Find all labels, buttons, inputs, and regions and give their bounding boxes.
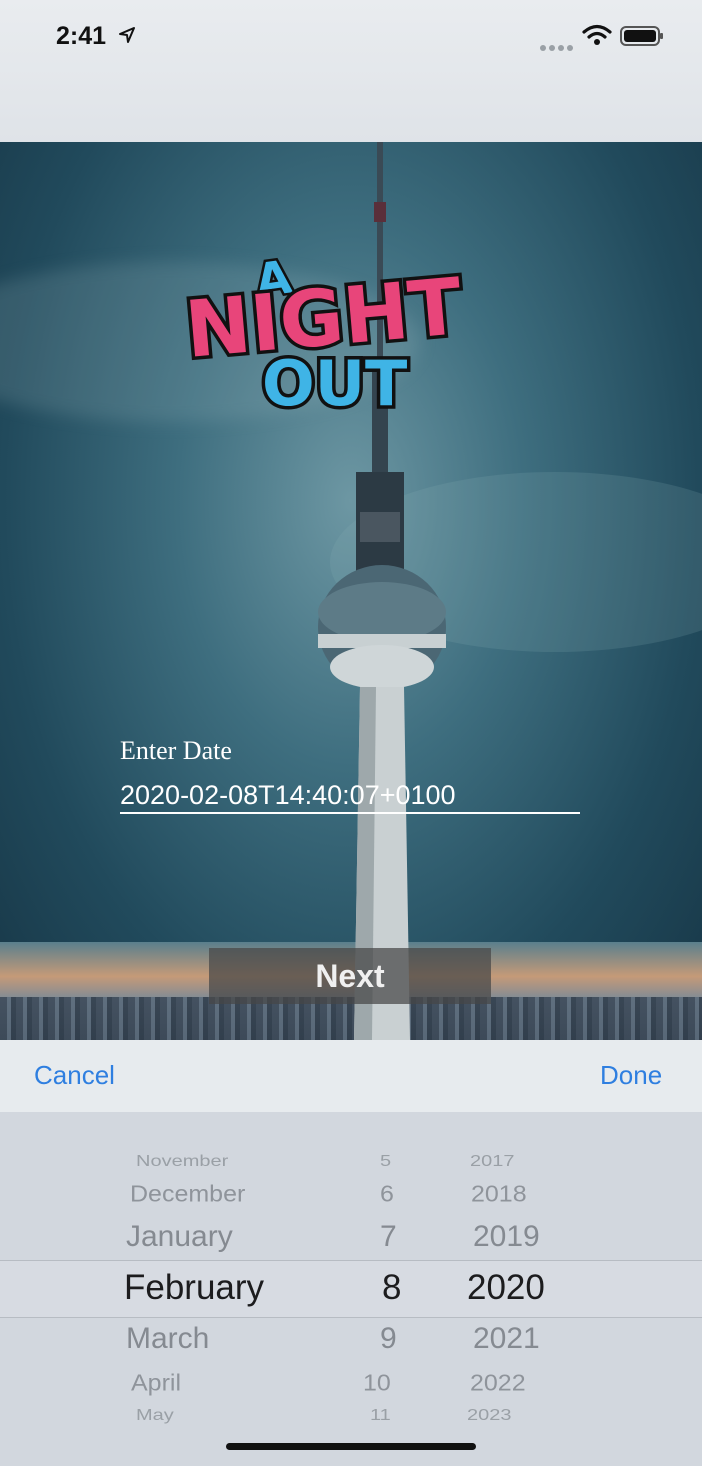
day-selected[interactable]: 8 <box>382 1268 401 1308</box>
month-selected[interactable]: February <box>124 1268 264 1308</box>
year-option[interactable]: 2022 <box>470 1370 526 1397</box>
next-button[interactable]: Next <box>209 948 491 1004</box>
month-option[interactable]: November <box>136 1153 228 1171</box>
year-option[interactable]: 2019 <box>473 1220 540 1254</box>
cancel-button[interactable]: Cancel <box>34 1060 115 1091</box>
month-wheel[interactable]: November December January February March Apri… <box>0 1112 300 1466</box>
month-option[interactable]: May <box>136 1407 174 1425</box>
year-selected[interactable]: 2020 <box>467 1268 545 1308</box>
day-option[interactable]: 9 <box>380 1322 397 1356</box>
month-option[interactable]: January <box>126 1220 233 1254</box>
day-option[interactable]: 10 <box>363 1370 391 1397</box>
day-option[interactable]: 6 <box>380 1181 394 1208</box>
day-option[interactable]: 5 <box>380 1153 391 1171</box>
done-button[interactable]: Done <box>600 1060 662 1091</box>
month-option[interactable]: March <box>126 1322 209 1356</box>
year-option[interactable]: 2018 <box>471 1181 527 1208</box>
year-option[interactable]: 2023 <box>467 1407 512 1425</box>
home-indicator <box>226 1443 476 1450</box>
date-picker[interactable]: November December January February March Apri… <box>0 1112 702 1466</box>
signal-icon <box>540 38 576 56</box>
date-field-label: Enter Date <box>120 736 232 765</box>
year-option[interactable]: 2021 <box>473 1322 540 1356</box>
location-arrow-icon <box>119 27 135 43</box>
wifi-icon <box>582 24 612 45</box>
day-wheel[interactable]: 5 6 7 8 9 10 11 <box>300 1112 450 1466</box>
date-input[interactable] <box>120 778 580 814</box>
month-option[interactable]: December <box>130 1181 245 1208</box>
status-bar: 2:41 <box>0 0 702 142</box>
a-night-out-logo: A NIGHT OUT <box>180 247 469 424</box>
month-option[interactable]: April <box>131 1370 181 1397</box>
year-wheel[interactable]: 2017 2018 2019 2020 2021 2022 2023 <box>450 1112 702 1466</box>
battery-icon <box>620 26 663 46</box>
year-option[interactable]: 2017 <box>470 1153 515 1171</box>
day-option[interactable]: 7 <box>380 1220 397 1254</box>
svg-text:OUT: OUT <box>262 347 407 420</box>
day-option[interactable]: 11 <box>370 1407 391 1425</box>
status-time: 2:41 <box>56 22 107 50</box>
